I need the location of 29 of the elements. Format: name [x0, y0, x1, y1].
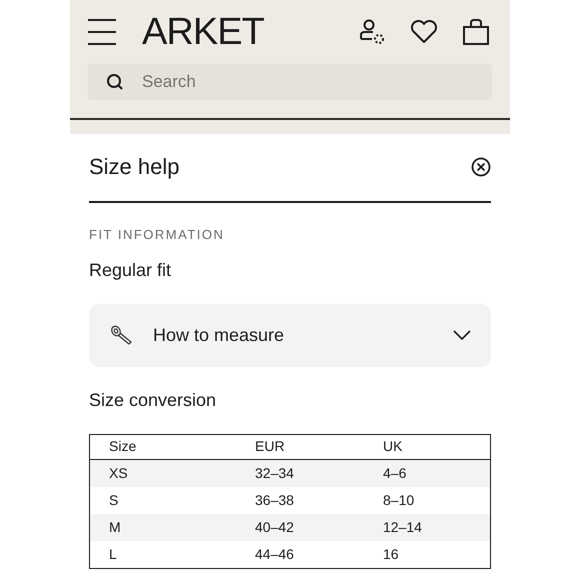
table-cell-text: XS	[109, 464, 129, 482]
table-cell-text: 4–6	[383, 464, 408, 482]
column-header: EUR	[255, 437, 286, 456]
fit-text: Regular fit	[89, 258, 172, 282]
table-cell-text: M	[109, 518, 122, 536]
table-cell-text: L	[109, 544, 118, 564]
search-icon	[106, 73, 124, 91]
account-icon[interactable]	[358, 19, 386, 45]
table-cell-text: 16	[383, 544, 400, 564]
how-to-measure-accordion[interactable]: How to measure	[89, 304, 491, 366]
heart-icon[interactable]	[410, 20, 438, 44]
table-cell-text: 40–42	[255, 518, 295, 536]
table-cell-text: 44–46	[255, 544, 295, 564]
table-cell-text: 36–38	[255, 490, 295, 510]
tape-measure-icon	[109, 323, 133, 347]
panel-title: Size help	[89, 153, 180, 181]
logo[interactable]: ARKET	[142, 13, 264, 51]
search-field[interactable]: Search	[88, 64, 492, 100]
conversion-title: Size conversion	[89, 388, 218, 412]
menu-icon[interactable]	[88, 19, 116, 45]
column-header: Size	[109, 437, 138, 456]
table-cell-text: S	[109, 490, 120, 510]
table-cell-text: 12–14	[383, 518, 423, 536]
table-cell-text: 8–10	[383, 490, 416, 510]
table-cell-text: 32–34	[255, 464, 295, 482]
close-icon[interactable]	[471, 156, 491, 176]
column-header: UK	[383, 437, 404, 456]
bag-icon[interactable]	[462, 18, 490, 46]
section-label: FIT INFORMATION	[89, 226, 226, 244]
